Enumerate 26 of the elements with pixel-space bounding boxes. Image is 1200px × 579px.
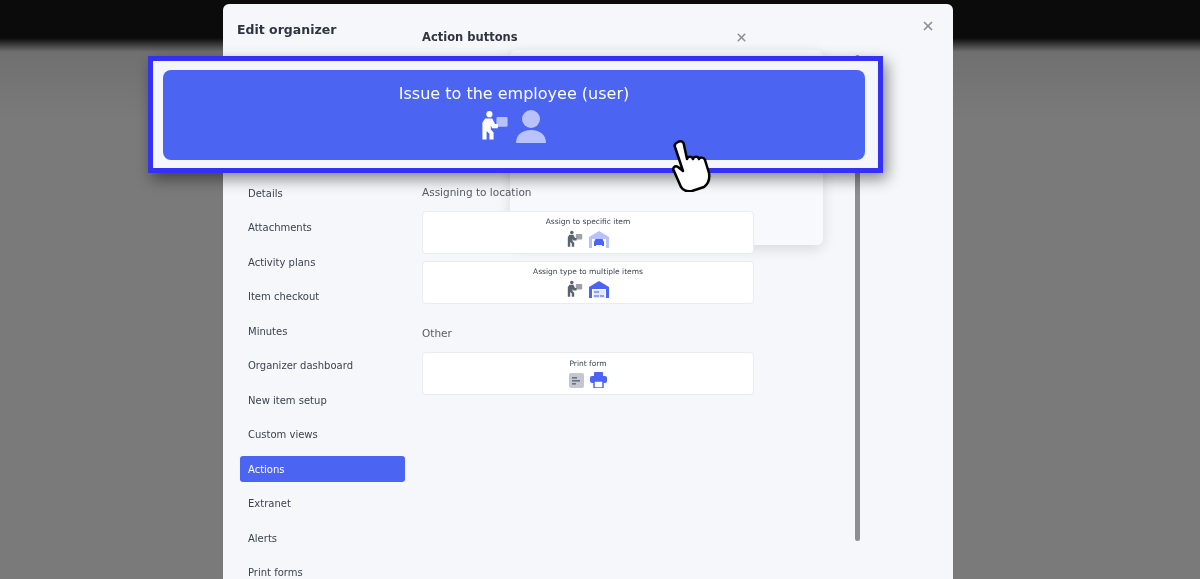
close-button[interactable]	[735, 30, 748, 44]
issue-button[interactable]: Issue to the employee (user)	[163, 70, 865, 160]
nav-item[interactable]: Extranet	[240, 490, 405, 517]
person-carrying-box-icon	[481, 110, 509, 141]
nav-item[interactable]: New item setup	[240, 387, 405, 414]
close-button[interactable]	[921, 19, 935, 33]
nav-item[interactable]: Details	[240, 180, 405, 207]
nav-item[interactable]: Minutes	[240, 318, 405, 345]
nav-item[interactable]: Actions	[240, 456, 405, 483]
person-carrying-box-icon	[567, 280, 583, 298]
garage-car-icon	[589, 230, 609, 248]
garage-boxes-icon	[589, 280, 609, 298]
person-carrying-box-icon	[567, 230, 583, 248]
panel-title: Action buttons	[422, 30, 518, 44]
nav-item[interactable]: Print forms	[240, 559, 405, 579]
printer-icon	[590, 372, 607, 388]
user-icon	[515, 108, 547, 143]
document-icon	[569, 372, 584, 388]
nav-item[interactable]: Activity plans	[240, 249, 405, 276]
nav-item[interactable]: Organizer dashboard	[240, 352, 405, 379]
nav-item[interactable]: Item checkout	[240, 283, 405, 310]
section-heading: Other	[422, 327, 453, 339]
nav-item[interactable]: Attachments	[240, 214, 405, 241]
nav-item[interactable]: Alerts	[240, 525, 405, 552]
section-heading: Assigning to location	[422, 186, 533, 198]
nav-item[interactable]: Custom views	[240, 421, 405, 448]
